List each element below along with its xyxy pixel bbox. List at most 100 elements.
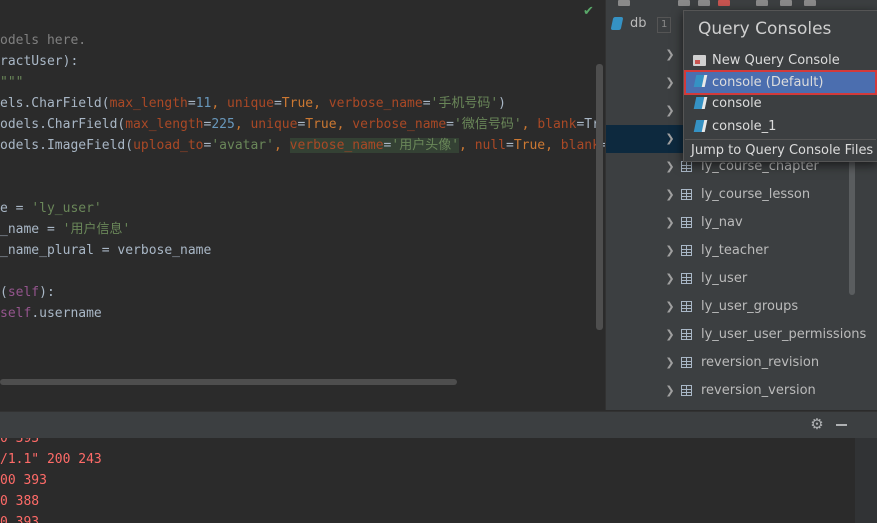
code-line: odels.CharField(max_length=225, unique=T… [0, 114, 600, 135]
gear-icon[interactable]: ⚙ [808, 415, 826, 433]
chevron-right-icon[interactable]: ❯ [664, 125, 676, 153]
code-token: , [211, 96, 227, 111]
console-label: console (Default) [712, 75, 824, 90]
chevron-right-icon[interactable]: ❯ [664, 349, 676, 377]
table-icon [681, 245, 692, 256]
console-icon [693, 120, 708, 132]
chevron-right-icon[interactable]: ❯ [664, 237, 676, 265]
code-token: blank [537, 117, 577, 132]
code-editor[interactable]: odels here. ractUser): """ els.CharField(ma… [0, 0, 605, 410]
code-token: = [273, 96, 282, 111]
chevron-right-icon[interactable]: ❯ [664, 321, 676, 349]
table-name: reversion_revision [701, 355, 820, 370]
minimize-icon[interactable] [836, 424, 847, 426]
table-icon [681, 301, 692, 312]
code-line: odels here. [0, 30, 86, 51]
code-token: True [513, 138, 546, 153]
table-name: ly_course_lesson [701, 187, 811, 202]
code-token: ): [62, 54, 79, 69]
code-token: verbose_name [328, 96, 423, 111]
tree-row-hidden-2[interactable]: ❯ [664, 69, 684, 97]
code-line: ractUser): [0, 51, 78, 72]
code-line: e = 'ly_user' [0, 198, 102, 219]
code-line: _name = '用户信息' [0, 219, 130, 240]
toolbar-refresh-icon[interactable] [678, 0, 690, 6]
chevron-right-icon[interactable]: ❯ [664, 97, 676, 125]
output-line: 00 393 [0, 473, 47, 488]
editor-horizontal-scrollbar[interactable] [0, 379, 457, 385]
db-name: db [630, 16, 647, 31]
output-line: /1.1" 200 243 [0, 452, 102, 467]
toolbar-edit-icon[interactable] [698, 0, 710, 6]
output-line: 0 388 [0, 494, 40, 509]
chevron-right-icon[interactable]: ❯ [664, 209, 676, 237]
chevron-right-icon[interactable]: ❯ [664, 265, 676, 293]
popup-title: Query Consoles [698, 19, 832, 39]
run-output-console[interactable]: 0 393/1.1" 200 243 00 393 0 388 0 393 [0, 438, 855, 523]
code-token: ractUser [0, 54, 63, 69]
code-line: _name_plural = verbose_name [0, 240, 211, 261]
run-tool-window-header [0, 411, 877, 439]
tree-vertical-scrollbar[interactable] [849, 160, 855, 295]
code-token: _name_plural = verbose_name [0, 243, 212, 258]
table-icon [681, 385, 692, 396]
code-token: , [273, 138, 290, 153]
toolbar-filter-icon[interactable] [804, 0, 816, 6]
code-token: null [474, 138, 506, 153]
tree-row-hidden-3[interactable]: ❯ [664, 97, 684, 125]
code-token: ( [0, 285, 8, 300]
console-item[interactable]: console [685, 93, 876, 115]
new-console-icon [693, 55, 706, 66]
db-count-badge: 1 [657, 17, 672, 33]
console-item-1[interactable]: console_1 [685, 116, 876, 138]
chevron-right-icon[interactable]: ❯ [664, 377, 676, 405]
console-label: console_1 [712, 119, 777, 134]
table-name: ly_user [701, 271, 748, 286]
code-token: , [545, 138, 561, 153]
code-token: """ [0, 75, 24, 90]
table-icon [681, 161, 692, 172]
code-token: blank [560, 138, 600, 153]
table-icon [681, 357, 692, 368]
table-icon [681, 189, 692, 200]
code-token: = [506, 138, 514, 153]
toolbar-console-icon[interactable] [780, 0, 792, 6]
chevron-right-icon[interactable]: ❯ [664, 153, 676, 181]
code-token: , [234, 117, 251, 132]
code-token: upload_to [133, 138, 204, 153]
chevron-right-icon[interactable]: ❯ [664, 181, 676, 209]
table-icon [681, 273, 692, 284]
toolbar-table-icon[interactable] [756, 0, 768, 6]
code-token: odels.CharField( [0, 117, 126, 132]
code-token: '用户信息' [62, 222, 131, 237]
code-token: True [305, 117, 337, 132]
table-name: reversion_version [701, 383, 816, 398]
code-token: , [521, 117, 538, 132]
editor-vertical-scrollbar[interactable] [596, 64, 603, 330]
new-query-console-item[interactable]: New Query Console [685, 50, 876, 72]
code-token: ) [498, 96, 506, 111]
code-token: max_length [109, 96, 188, 111]
chevron-right-icon[interactable]: ❯ [664, 69, 676, 97]
code-token: '手机号码' [430, 96, 499, 111]
chevron-right-icon[interactable]: ❯ [664, 41, 676, 69]
code-token: odels here. [0, 33, 87, 48]
jump-to-console-files-item[interactable]: Jump to Query Console Files [691, 140, 873, 162]
query-consoles-popup: Query Consoles New Query Console console… [683, 10, 877, 162]
toolbar-stop-icon[interactable] [718, 0, 730, 6]
code-token: 'ly_user' [31, 201, 102, 216]
code-token: unique [250, 117, 298, 132]
code-token: _name = [0, 222, 63, 237]
code-token: els.CharField( [0, 96, 110, 111]
console-item-default[interactable]: console (Default) [684, 70, 877, 95]
code-token: 225 [211, 117, 235, 132]
toolbar-expand-icon[interactable] [618, 0, 630, 6]
code-token: odels.ImageField( [0, 138, 134, 153]
code-line: odels.ImageField(upload_to = 'avatar', ver… [0, 135, 605, 156]
chevron-right-icon[interactable]: ❯ [664, 293, 676, 321]
code-token: '用户头像' [391, 138, 460, 153]
tree-row-hidden-1[interactable]: ❯ [664, 41, 684, 69]
output-scroll-gutter[interactable] [855, 438, 877, 523]
output-line: 0 393 [0, 438, 40, 446]
table-name: ly_nav [701, 215, 743, 230]
